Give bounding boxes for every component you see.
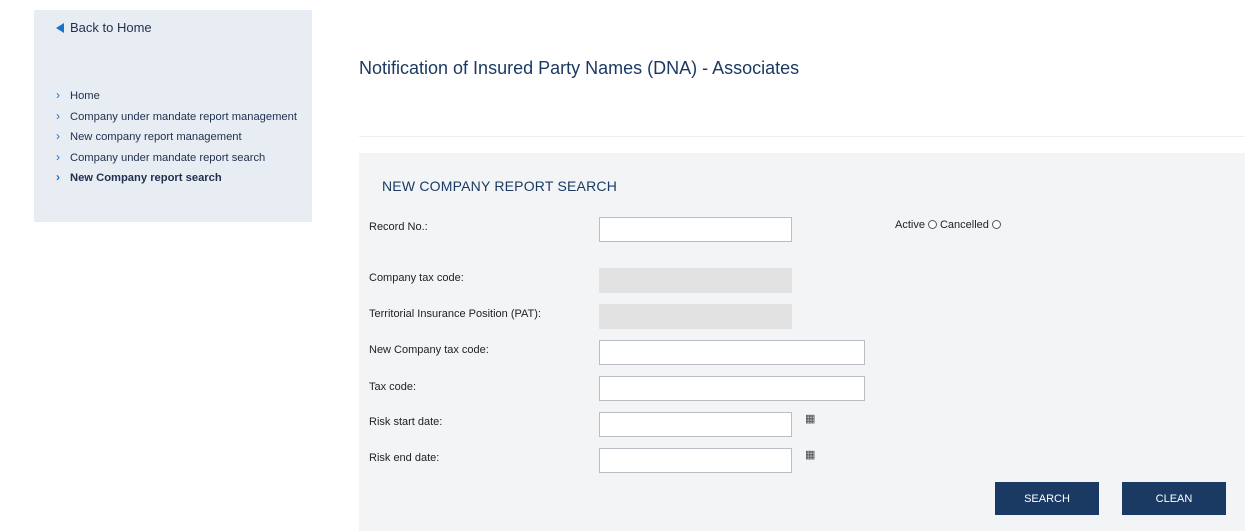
- back-to-home-link[interactable]: Back to Home: [56, 20, 152, 35]
- back-to-home-label: Back to Home: [70, 20, 152, 35]
- tax-code-input[interactable]: [599, 376, 865, 401]
- section-title: NEW COMPANY REPORT SEARCH: [382, 178, 618, 194]
- sidebar-item-company-under-mandate-report-management[interactable]: › Company under mandate report management: [56, 107, 297, 128]
- chevron-right-icon: ›: [56, 129, 60, 143]
- clean-button[interactable]: CLEAN: [1122, 482, 1226, 515]
- risk-end-date-label: Risk end date:: [369, 452, 440, 464]
- chevron-right-icon: ›: [56, 108, 60, 123]
- calendar-icon[interactable]: ▦: [805, 412, 815, 425]
- status-cancelled-label: Cancelled: [939, 219, 989, 231]
- risk-start-date-input[interactable]: [599, 412, 792, 437]
- sidebar-item-label: New company report management: [70, 131, 242, 143]
- sidebar-item-label: Home: [70, 90, 100, 102]
- status-active-label: Active: [895, 219, 925, 231]
- record-no-label: Record No.:: [369, 221, 428, 233]
- sidebar-item-label: New Company report search: [70, 172, 222, 184]
- divider: [359, 136, 1245, 137]
- pat-label: Territorial Insurance Position (PAT):: [369, 308, 541, 320]
- chevron-right-icon: ›: [56, 149, 60, 164]
- sidebar-item-new-company-report-management[interactable]: › New company report management: [56, 127, 297, 148]
- new-company-tax-code-label: New Company tax code:: [369, 344, 489, 356]
- status-radio-group: Active Cancelled: [895, 219, 1004, 231]
- page-title: Notification of Insured Party Names (DNA…: [359, 58, 800, 78]
- back-arrow-icon: [56, 22, 64, 33]
- sidebar-item-company-under-mandate-report-search[interactable]: › Company under mandate report search: [56, 148, 297, 169]
- search-button[interactable]: SEARCH: [995, 482, 1099, 515]
- calendar-icon[interactable]: ▦: [805, 448, 815, 461]
- status-active-radio[interactable]: [927, 219, 937, 229]
- sidebar-item-label: Company under mandate report management: [70, 110, 297, 123]
- record-no-input[interactable]: [599, 217, 792, 242]
- status-cancelled-radio[interactable]: [991, 219, 1001, 229]
- sidebar-item-home[interactable]: › Home: [56, 86, 297, 107]
- company-tax-code-label: Company tax code:: [369, 272, 464, 284]
- chevron-right-icon: ›: [56, 170, 60, 184]
- search-form-panel: NEW COMPANY REPORT SEARCH Record No.: Ac…: [359, 153, 1245, 531]
- pat-input: [599, 304, 792, 329]
- sidebar-item-label: Company under mandate report search: [70, 151, 266, 164]
- new-company-tax-code-input[interactable]: [599, 340, 865, 365]
- sidebar-nav: › Home › Company under mandate report mana…: [56, 86, 297, 189]
- sidebar-item-new-company-report-search[interactable]: › New Company report search: [56, 168, 297, 189]
- company-tax-code-input: [599, 268, 792, 293]
- chevron-right-icon: ›: [56, 88, 60, 102]
- sidebar: Back to Home › Home › Company under mandat…: [34, 10, 312, 222]
- risk-end-date-input[interactable]: [599, 448, 792, 473]
- risk-start-date-label: Risk start date:: [369, 416, 443, 428]
- tax-code-label: Tax code:: [369, 381, 417, 393]
